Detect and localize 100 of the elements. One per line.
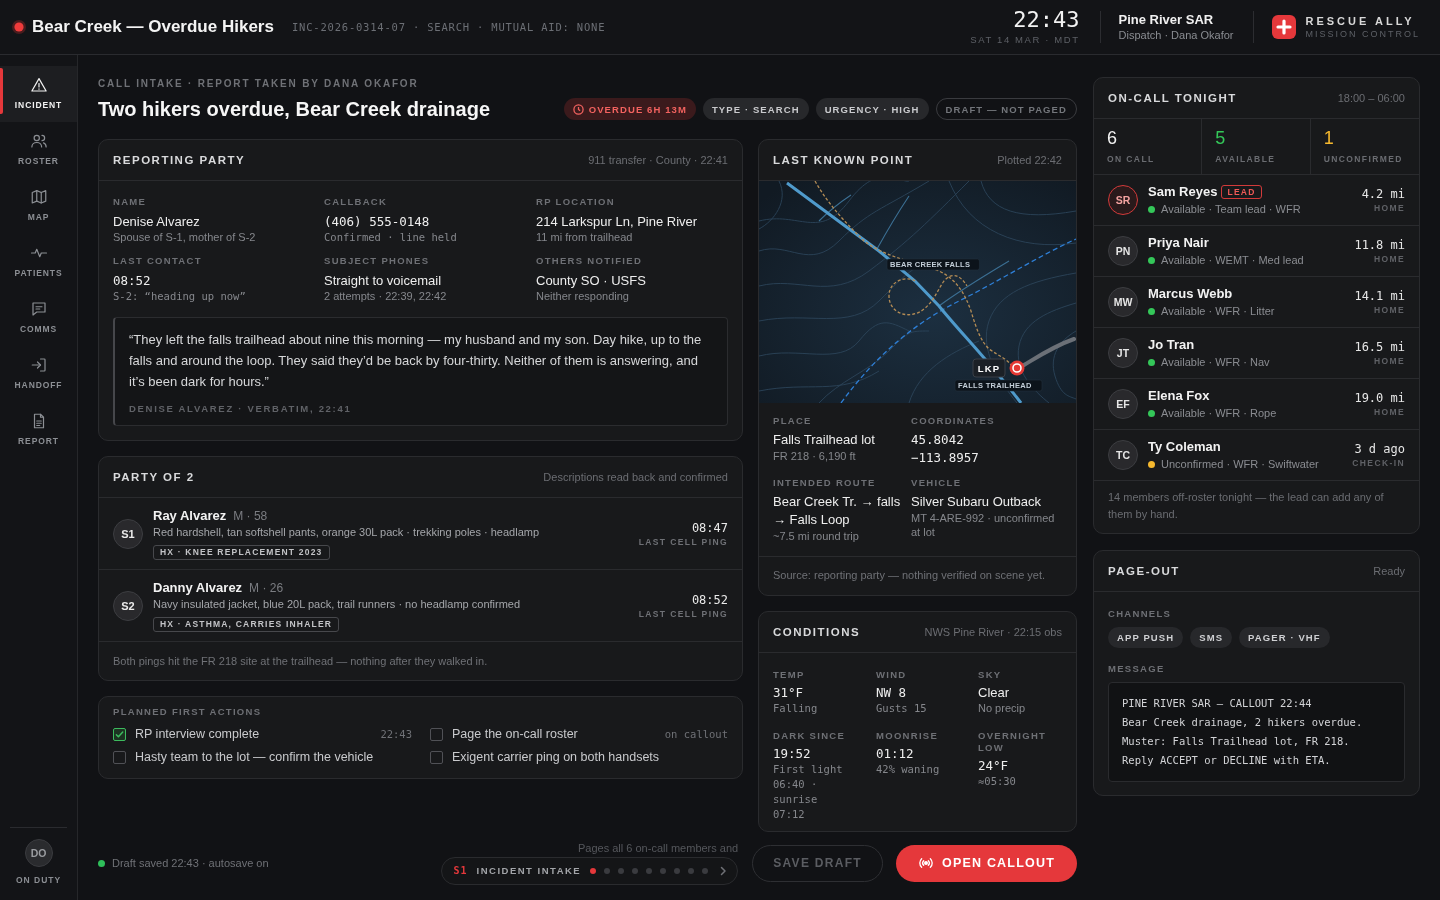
field-note: ≈05:30 [978,774,1017,789]
member-avatar: JT [1108,338,1138,368]
field-label: SUBJECT PHONES [324,255,431,267]
checkmark-icon [115,729,124,739]
incident-meta: INC-2026-0314-07 · SEARCH · MUTUAL AID: NONE [291,21,606,33]
field-note: First light 06:40 · sunrise 07:12 [773,762,844,822]
field-label: LAST CONTACT [113,255,203,267]
page-eyebrow: CALL INTAKE · REPORT TAKEN BY DANA OKAFOR [98,77,420,91]
broadcast-icon [918,855,934,871]
open-callout-button[interactable]: OPEN CALLOUT [896,844,1077,882]
step-dot-icon[interactable] [618,867,625,874]
ping-time: 08:52 [691,592,728,608]
field-value: 19:52 [773,745,812,762]
sidebar-item[interactable]: INCIDENT [0,66,77,122]
field-value: 214 Larkspur Ln, Pine River [536,214,699,230]
checkbox[interactable] [430,727,443,741]
member-avatar: PN [1108,236,1138,266]
field-note: ~7.5 mi round trip [773,529,860,543]
page-title: Two hikers overdue, Bear Creek drainage [98,97,490,121]
medical-history-tag: HX · KNEE REPLACEMENT 2023 [153,545,330,560]
card-title: PARTY OF 2 [113,471,195,483]
card-meta: 18:00 – 06:00 [1337,92,1405,104]
map-icon [29,188,48,206]
field-note: S-2: “heading up now” [113,289,247,303]
field-label: PLACE [773,415,813,427]
checkbox[interactable] [113,750,126,764]
field-label: COORDINATES [911,415,996,427]
subject-sex-age: M · 26 [249,580,284,596]
sidebar-item[interactable]: HANDOFF [0,346,77,402]
field-note: 11 mi from trailhead [536,230,634,244]
distance-label: CHECK-IN [1352,457,1405,469]
member-avatar: SR [1108,185,1138,215]
card-meta: Descriptions read back and confirmed [543,471,728,483]
sidebar-item[interactable]: ROSTER [0,122,77,178]
step-code: S1 [453,865,468,876]
step-dot-icon[interactable] [646,867,653,874]
step-dot-icon[interactable] [688,867,695,874]
field-value: Straight to voicemail [324,273,443,289]
sidebar-item[interactable]: PATIENTS [0,234,77,290]
step-dot-icon[interactable] [604,867,611,874]
channel-chip[interactable]: SMS [1190,627,1233,648]
ping-time: 08:47 [691,520,728,536]
subject-name: Danny Alvarez [153,580,243,596]
ping-label: LAST CELL PING [638,608,728,620]
section-label: CHANNELS [1108,608,1173,620]
step-dot-icon[interactable] [660,867,667,874]
user-status: ON DUTY [15,874,62,886]
card-title: CONDITIONS [773,626,861,638]
field-label: VEHICLE [911,477,963,489]
field-value: Clear [978,684,1011,701]
checkbox[interactable] [430,750,443,764]
user-avatar[interactable]: DO [24,839,53,867]
action-label: Page the on-call roster [452,727,579,741]
dispatcher-name: Dispatch · Dana Okafor [1118,28,1234,43]
field-note: FR 218 · 6,190 ft [773,449,857,463]
lead-tag: LEAD [1221,184,1262,199]
member-status: Available · WFR · Litter [1161,303,1275,319]
member-distance: 3 d ago [1354,441,1405,457]
card-title: ON-CALL TONIGHT [1108,92,1237,104]
field-note: No precip [978,701,1027,716]
quote-attribution: DENISE ALVAREZ · VERBATIM, 22:41 [129,403,353,415]
field-label: NAME [113,196,148,208]
field-value: NW 8 [876,684,908,701]
field-label: DARK SINCE [773,730,847,742]
checkbox[interactable] [113,727,126,741]
plus-logo-icon [1272,15,1297,39]
member-status: Available · Team lead · WFR [1161,201,1301,217]
subject-description: Navy insulated jacket, blue 20L pack, trail runners · no headlamp confirmed [153,597,522,612]
field-label: WIND [876,669,908,681]
field-value: Denise Alvarez [113,214,201,230]
party-note: Both pings hit the FR 218 site at the trailhead — nothing after they walked in. [112,654,489,669]
message-field[interactable]: PINE RIVER SAR — CALLOUT 22:44 Bear Creek drainage, 2 hikers overdue. Muster: Falls Trailhead lot, FR 218. Reply ACCEPT or DECLINE with ETA. [1108,682,1405,782]
lkp-label: LKP [972,358,1006,378]
step-dot-icon[interactable] [632,867,639,874]
chat-icon [29,300,48,318]
brand-tagline: MISSION CONTROL [1305,28,1420,40]
card-meta: Plotted 22:42 [997,154,1062,166]
step-dot-icon[interactable] [674,867,681,874]
date: SAT 14 MAR · MDT [970,34,1080,46]
field-value: 45.8042 −113.8957 [911,431,980,467]
action-meta: 22:43 [380,728,412,740]
member-distance: 16.5 mi [1354,339,1405,355]
step-dot-icon[interactable] [590,867,597,874]
sidebar-item[interactable]: REPORT [0,402,77,458]
member-distance: 19.0 mi [1354,390,1405,406]
section-label: PLANNED FIRST ACTIONS [113,706,263,718]
member-status: Available · WEMT · Med lead [1161,252,1304,268]
distance-label: HOME [1373,406,1405,418]
roster-note: 14 members off-roster tonight — the lead can add any of them by hand. [1107,490,1385,522]
distance-label: HOME [1373,355,1405,367]
member-distance: 14.1 mi [1354,288,1405,304]
field-value: Falls Trailhead lot [773,431,876,449]
channel-chip[interactable]: PAGER · VHF [1239,627,1330,648]
quote-text: “They left the falls trailhead about nine this morning — my husband and my son. Day hike, up to the falls and around the loop. They said they’d be back by four-thirty. Neither of them is answering, and it’s been dark for hours.” [129,331,703,391]
step-dot-icon[interactable] [702,867,709,874]
sidebar-item[interactable]: MAP [0,178,77,234]
member-status: Unconfirmed · WFR · Swiftwater [1161,456,1319,472]
channel-chip[interactable]: APP PUSH [1108,627,1184,648]
sidebar-item[interactable]: COMMS [0,290,77,346]
card-meta: NWS Pine River · 22:15 obs [924,626,1062,638]
